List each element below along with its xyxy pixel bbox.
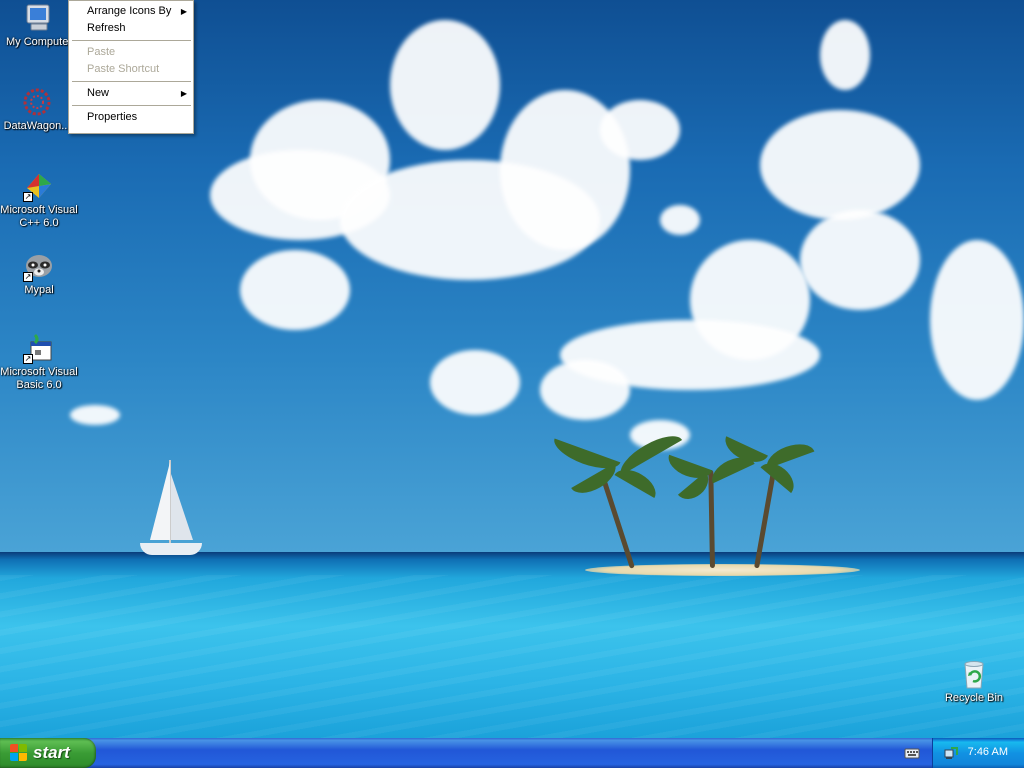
cloud (930, 240, 1024, 400)
shortcut-arrow-icon: ↗ (23, 354, 33, 364)
cloud (760, 110, 920, 220)
desktop-icon-visual-cpp[interactable]: ↗ Microsoft Visual C++ 6.0 (0, 170, 78, 230)
cloud (240, 250, 350, 330)
windows-flag-icon (10, 744, 28, 762)
menu-item-label: New (87, 87, 110, 99)
submenu-arrow-icon: ▶ (180, 89, 187, 98)
menu-item-properties[interactable]: Properties (69, 109, 193, 126)
submenu-arrow-icon: ▶ (180, 7, 187, 16)
menu-item-new[interactable]: New ▶ (69, 85, 193, 102)
shortcut-arrow-icon: ↗ (23, 192, 33, 202)
menu-item-label: Paste (87, 46, 116, 58)
sailboat-sail (150, 462, 170, 540)
mypal-raccoon-icon: ↗ (23, 250, 55, 282)
cloud (430, 350, 520, 415)
taskbar-clock[interactable]: 7:46 AM (968, 746, 1008, 758)
visual-cpp-icon: ↗ (23, 170, 55, 202)
shortcut-arrow-icon: ↗ (23, 272, 33, 282)
desktop-icon-datawagon[interactable]: DataWagon... (0, 86, 76, 133)
cloud (660, 205, 700, 235)
desktop-icon-label: Microsoft Visual Basic 6.0 (0, 366, 78, 391)
menu-separator (72, 81, 191, 82)
menu-separator (72, 40, 191, 41)
datawagon-icon (21, 86, 53, 118)
cloud (540, 360, 630, 420)
desktop-icon-recycle-bin[interactable]: Recycle Bin (935, 658, 1013, 705)
my-computer-icon (23, 2, 55, 34)
start-button[interactable]: start (0, 738, 96, 768)
menu-item-label: Refresh (87, 22, 126, 34)
sea-sparkle (0, 575, 1024, 738)
sailboat-hull (140, 543, 202, 555)
network-tray-icon[interactable] (943, 745, 959, 761)
menu-item-refresh[interactable]: Refresh (69, 20, 193, 37)
sailboat-sail (171, 474, 193, 540)
visual-basic-icon: ↗ (23, 332, 55, 364)
menu-item-paste-shortcut: Paste Shortcut (69, 61, 193, 78)
desktop-icon-my-computer[interactable]: My Computer (0, 2, 78, 49)
desktop-icon-label: Mypal (24, 284, 54, 296)
keyboard-language-icon[interactable] (904, 745, 920, 761)
desktop-icon-label: DataWagon... (3, 120, 71, 132)
desktop-icon-label: My Computer (5, 36, 73, 48)
system-tray: 7:46 AM (932, 738, 1024, 768)
cloud (600, 100, 680, 160)
desktop-icon-mypal[interactable]: ↗ Mypal (0, 250, 78, 297)
desktop-icon-label: Microsoft Visual C++ 6.0 (0, 204, 78, 229)
desktop-icon-visual-basic[interactable]: ↗ Microsoft Visual Basic 6.0 (0, 332, 78, 392)
recycle-bin-icon (958, 658, 990, 690)
cloud (390, 20, 500, 150)
start-label: start (33, 743, 70, 762)
menu-separator (72, 105, 191, 106)
cloud (70, 405, 120, 425)
menu-item-arrange-icons-by[interactable]: Arrange Icons By ▶ (69, 3, 193, 20)
desktop-icon-label: Recycle Bin (944, 692, 1004, 704)
menu-item-label: Arrange Icons By (87, 5, 172, 17)
cloud (800, 210, 920, 310)
menu-item-label: Properties (87, 111, 138, 123)
menu-item-paste: Paste (69, 44, 193, 61)
menu-item-label: Paste Shortcut (87, 63, 160, 75)
island-sand (585, 564, 860, 576)
desktop-context-menu: Arrange Icons By ▶ Refresh Paste Paste S… (68, 0, 194, 134)
taskbar[interactable]: start 7:46 AM (0, 738, 1024, 768)
cloud (820, 20, 870, 90)
